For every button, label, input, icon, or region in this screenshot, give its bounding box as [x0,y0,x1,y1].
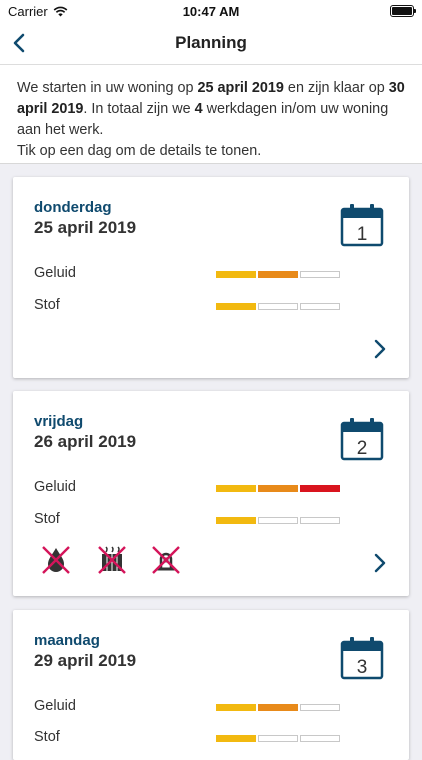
noise-meter [216,704,340,711]
calendar-day-number: 1 [357,224,368,245]
meter-segment [258,704,298,711]
card-date: 29 april 2019 [34,651,137,670]
dust-meter [216,303,340,310]
start-date: 25 april 2019 [197,80,284,96]
card-weekday: maandag [34,632,100,649]
meter-segment [300,485,340,492]
noise-label: Geluid [34,479,76,495]
day-card[interactable]: vrijdag 26 april 2019 2 Geluid Stof [13,391,409,596]
meter-segment [258,303,298,310]
dust-label: Stof [34,297,60,313]
meter-segment [300,271,340,278]
dust-label: Stof [34,729,60,745]
calendar-icon: 3 [340,637,384,680]
meter-segment [216,517,256,524]
card-date: 26 april 2019 [34,432,137,451]
no-heating-icon [98,546,126,574]
status-bar: Carrier 10:47 AM [0,0,422,22]
meter-segment [258,485,298,492]
meter-segment [300,704,340,711]
meter-segment [258,517,298,524]
intro-text-part: . In totaal zijn we [83,101,195,117]
noise-meter [216,271,340,278]
calendar-icon: 2 [340,418,384,461]
intro-hint: Tik op een dag om de details te tonen. [17,143,262,159]
meter-segment [216,303,256,310]
navigation-bar: Planning [0,22,422,65]
chevron-right-icon[interactable] [373,338,387,360]
card-weekday: donderdag [34,199,112,216]
battery-icon [390,5,416,17]
noise-meter [216,485,340,492]
day-card[interactable]: donderdag 25 april 2019 1 Geluid Stof [13,177,409,378]
intro-text-part: We starten in uw woning op [17,80,198,96]
meter-segment [216,735,256,742]
noise-label: Geluid [34,698,76,714]
intro-text-part: en zijn klaar op [283,80,389,96]
dust-meter [216,735,340,742]
meter-segment [300,735,340,742]
meter-segment [258,271,298,278]
status-time: 10:47 AM [182,4,240,19]
dust-label: Stof [34,511,60,527]
meter-segment [216,704,256,711]
calendar-day-number: 3 [357,657,368,678]
calendar-icon: 1 [340,204,384,247]
status-right [390,5,416,17]
dust-meter [216,517,340,524]
day-card[interactable]: maandag 29 april 2019 3 Geluid Stof [13,610,409,760]
noise-label: Geluid [34,265,76,281]
no-gas-icon [152,546,180,574]
no-water-icon [42,546,70,574]
chevron-right-icon[interactable] [373,552,387,574]
meter-segment [216,485,256,492]
card-weekday: vrijdag [34,413,84,430]
intro-panel: We starten in uw woning op 25 april 2019… [0,65,422,164]
meter-segment [300,303,340,310]
meter-segment [258,735,298,742]
meter-segment [300,517,340,524]
meter-segment [216,271,256,278]
page-title: Planning [175,33,247,52]
work-days-count: 4 [194,101,203,117]
card-date: 25 april 2019 [34,218,137,237]
intro-text: We starten in uw woning op 25 april 2019… [17,78,408,162]
calendar-day-number: 2 [357,438,368,459]
